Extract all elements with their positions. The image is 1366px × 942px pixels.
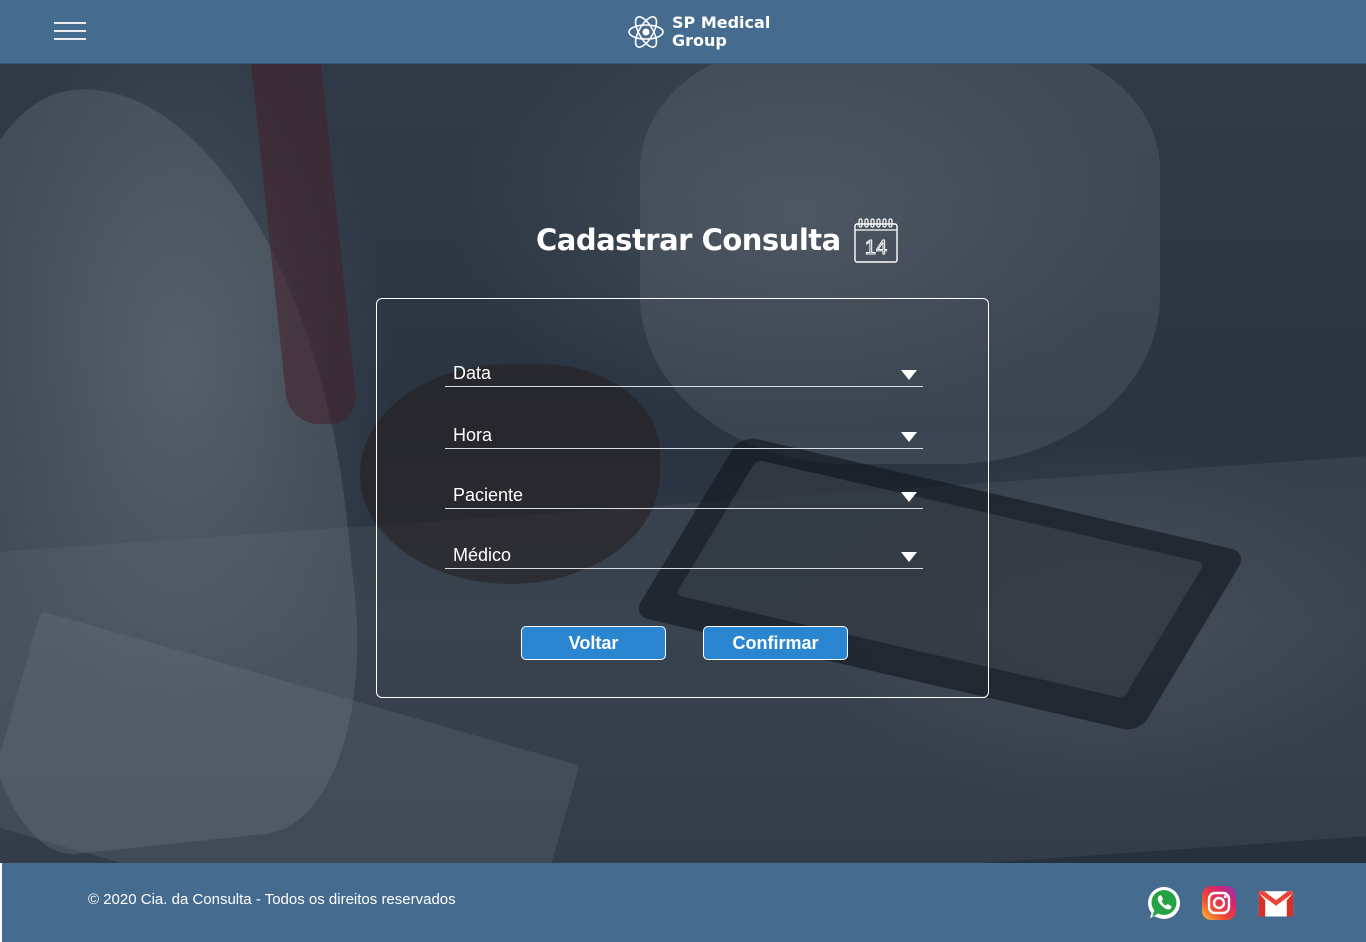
date-select[interactable]: Data <box>445 357 923 387</box>
whatsapp-icon[interactable] <box>1146 885 1182 921</box>
back-button[interactable]: Voltar <box>521 626 666 660</box>
page-heading: Cadastrar Consulta 14 <box>536 216 899 264</box>
patient-label: Paciente <box>453 485 524 505</box>
atom-icon <box>628 16 664 48</box>
confirm-button[interactable]: Confirmar <box>703 626 848 660</box>
patient-select[interactable]: Paciente <box>445 479 923 509</box>
chevron-down-icon <box>901 552 917 562</box>
copyright-text: © 2020 Cia. da Consulta - Todos os direi… <box>88 891 456 908</box>
page-title: Cadastrar Consulta <box>536 223 841 257</box>
logo[interactable]: SP Medical Group <box>626 10 770 54</box>
instagram-icon[interactable] <box>1201 885 1237 921</box>
chevron-down-icon <box>901 492 917 502</box>
hamburger-menu-icon[interactable] <box>54 22 86 42</box>
top-navbar: SP Medical Group <box>0 0 1366 64</box>
time-select[interactable]: Hora <box>445 419 923 449</box>
calendar-day-text: 14 <box>865 237 887 259</box>
date-label: Data <box>453 363 492 383</box>
chevron-down-icon <box>901 370 917 380</box>
footer: © 2020 Cia. da Consulta - Todos os direi… <box>0 863 1366 942</box>
calendar-icon: 14 <box>854 218 898 263</box>
gmail-icon[interactable] <box>1258 885 1294 921</box>
consultation-form: Data Hora Paciente Médico Voltar Confirm… <box>376 298 989 698</box>
logo-text: SP Medical Group <box>672 13 771 50</box>
time-label: Hora <box>453 425 493 445</box>
doctor-select[interactable]: Médico <box>445 539 923 569</box>
doctor-label: Médico <box>453 545 512 565</box>
chevron-down-icon <box>901 432 917 442</box>
